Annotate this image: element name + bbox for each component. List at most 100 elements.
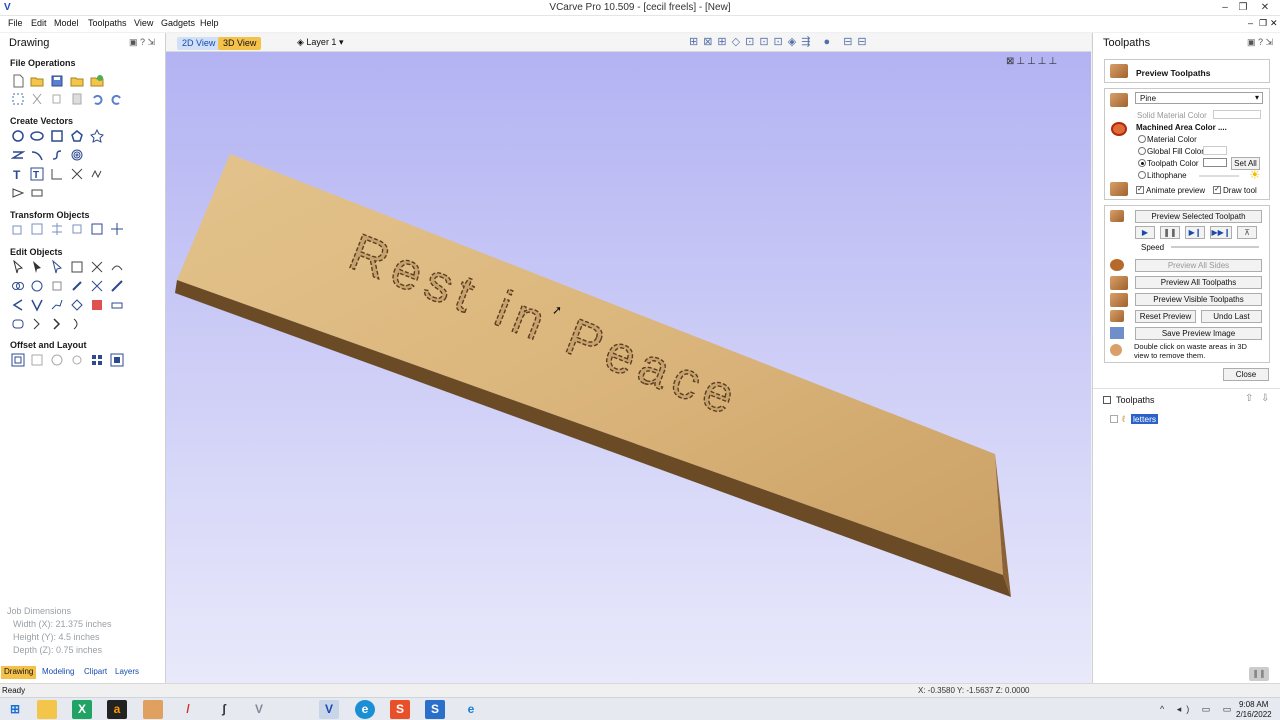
vcarve-pro-taskbar-icon[interactable]: V (319, 700, 339, 719)
draw-polyline-icon[interactable] (11, 148, 25, 162)
chain-icon[interactable] (11, 317, 25, 331)
draw-text-icon[interactable]: T (11, 167, 25, 181)
mdi-restore-button[interactable]: ❐ (1259, 18, 1267, 29)
vectric-v-icon[interactable]: V (249, 700, 269, 719)
reset-preview-button[interactable]: Reset Preview (1135, 310, 1196, 323)
auto-layout-icon[interactable] (110, 353, 124, 367)
sketch-app-icon[interactable]: S (425, 700, 445, 719)
fit-curves-icon[interactable] (90, 167, 104, 181)
tab-tool-icon[interactable] (110, 298, 124, 312)
cut-icon[interactable] (30, 92, 44, 106)
panel-pin-icon[interactable]: ❚❚ (1249, 667, 1269, 681)
menu-view[interactable]: View (134, 18, 153, 28)
tab-drawing[interactable]: Drawing (1, 666, 37, 679)
preview-all-toolpaths-button[interactable]: Preview All Toolpaths (1135, 276, 1262, 289)
pen-app-icon[interactable]: / (178, 700, 198, 719)
panel-controls[interactable]: ▣ ? ⇲ (1247, 37, 1273, 48)
stop-button[interactable]: ⊼ (1237, 226, 1257, 239)
draw-star-icon[interactable] (90, 129, 104, 143)
menu-help[interactable]: Help (200, 18, 219, 28)
animate-preview-checkbox[interactable]: ✓ (1136, 186, 1144, 194)
center-icon[interactable] (110, 222, 124, 236)
smart-smooth-icon[interactable] (30, 298, 44, 312)
mirror-icon[interactable] (70, 298, 84, 312)
tab-clipart[interactable]: Clipart (81, 666, 110, 679)
preview-selected-button[interactable]: Preview Selected Toolpath (1135, 210, 1262, 223)
guide-icon[interactable] (30, 186, 44, 200)
transform-select-icon[interactable] (50, 260, 64, 274)
material-color-radio[interactable] (1138, 135, 1146, 143)
close-window-button[interactable]: ✕ (1256, 0, 1274, 16)
trace-bitmap-icon[interactable] (70, 167, 84, 181)
bitmap-edit-icon[interactable] (90, 298, 104, 312)
file-explorer-icon[interactable] (37, 700, 57, 719)
draw-tool-checkbox[interactable]: ✓ (1213, 186, 1221, 194)
system-tray-icons[interactable]: ^ ◂) ▭ ▭ (1160, 704, 1236, 715)
tab-layers[interactable]: Layers (112, 666, 142, 679)
intersect-icon[interactable] (50, 279, 64, 293)
nest-icon[interactable] (110, 279, 124, 293)
panel-controls[interactable]: ▣ ? ⇲ (129, 37, 155, 48)
new-file-icon[interactable] (11, 74, 25, 88)
preview-visible-toolpaths-button[interactable]: Preview Visible Toolpaths (1135, 293, 1262, 306)
join-icon[interactable] (70, 279, 84, 293)
menu-file[interactable]: File (8, 18, 23, 28)
measure-icon[interactable] (11, 186, 25, 200)
preview-all-sides-button[interactable]: Preview All Sides (1135, 259, 1262, 272)
open-vector-icon[interactable] (30, 317, 44, 331)
solid-color-select[interactable] (1213, 110, 1261, 119)
curve-fit-icon[interactable] (50, 298, 64, 312)
view-tools[interactable]: ⊞⊠⊞◇⊡⊡⊡◈⇶ ● ⊟⊟ (689, 35, 919, 49)
text-on-curve-icon[interactable]: T (30, 167, 44, 181)
undo-icon[interactable] (90, 92, 104, 106)
excel-icon[interactable]: X (72, 700, 92, 719)
step-forward-button[interactable]: ▶❙ (1185, 226, 1205, 239)
draw-spiral-icon[interactable] (70, 148, 84, 162)
dimension-icon[interactable] (50, 167, 64, 181)
weld-icon[interactable] (11, 279, 25, 293)
windows-start-icon[interactable]: ⊞ (5, 700, 25, 719)
move-down-icon[interactable]: ⇩ (1261, 393, 1269, 404)
subtract-icon[interactable] (30, 279, 44, 293)
pause-button[interactable]: ❚❚ (1160, 226, 1180, 239)
menu-model[interactable]: Model (54, 18, 79, 28)
toolpath-color-radio[interactable] (1138, 159, 1146, 167)
global-fill-radio[interactable] (1138, 147, 1146, 155)
interactive-trim-icon[interactable] (70, 260, 84, 274)
restore-button[interactable]: ❐ (1234, 0, 1252, 16)
amazon-icon[interactable]: a (107, 700, 127, 719)
undo-last-button[interactable]: Undo Last (1201, 310, 1262, 323)
vectric-app-icon[interactable]: ʃ (214, 700, 234, 719)
toolpath-item-letters[interactable]: letters (1131, 414, 1159, 424)
material-select[interactable]: Pine ▾ (1135, 92, 1263, 104)
redo-icon[interactable] (110, 92, 124, 106)
copy-icon[interactable] (50, 92, 64, 106)
tab-3d-view[interactable]: 3D View (218, 37, 262, 50)
snagit-icon[interactable]: S (390, 700, 410, 719)
3d-viewport[interactable]: ⊠⊥⊥⊥⊥ Rest in Peace ➚ (166, 52, 1091, 683)
save-icon[interactable] (50, 74, 64, 88)
draw-rectangle-icon[interactable] (50, 129, 64, 143)
import-folder-icon[interactable] (70, 74, 84, 88)
lithophane-slider[interactable] (1199, 175, 1239, 177)
minimize-button[interactable]: – (1216, 0, 1234, 16)
toolpaths-list-checkbox[interactable] (1103, 396, 1111, 404)
layer-dropdown[interactable]: ◈ Layer 1 ▾ (297, 37, 343, 48)
select-icon[interactable] (11, 260, 25, 274)
arrow-icon[interactable] (50, 317, 64, 331)
menu-gadgets[interactable]: Gadgets (161, 18, 195, 28)
node-edit-icon[interactable] (30, 260, 44, 274)
lead-icon[interactable] (70, 317, 84, 331)
scale-icon[interactable] (90, 222, 104, 236)
draw-curve-icon[interactable] (50, 148, 64, 162)
close-preview-button[interactable]: Close (1223, 368, 1269, 381)
play-button[interactable]: ▶ (1135, 226, 1155, 239)
mdi-close-button[interactable]: ✕ (1270, 18, 1278, 29)
tab-2d-view[interactable]: 2D View (177, 37, 221, 50)
draw-polygon-icon[interactable] (70, 129, 84, 143)
menu-edit[interactable]: Edit (31, 18, 47, 28)
lithophane-radio[interactable] (1138, 171, 1146, 179)
rotate-icon[interactable] (70, 222, 84, 236)
speed-slider[interactable] (1171, 246, 1259, 248)
paste-icon[interactable] (70, 92, 84, 106)
